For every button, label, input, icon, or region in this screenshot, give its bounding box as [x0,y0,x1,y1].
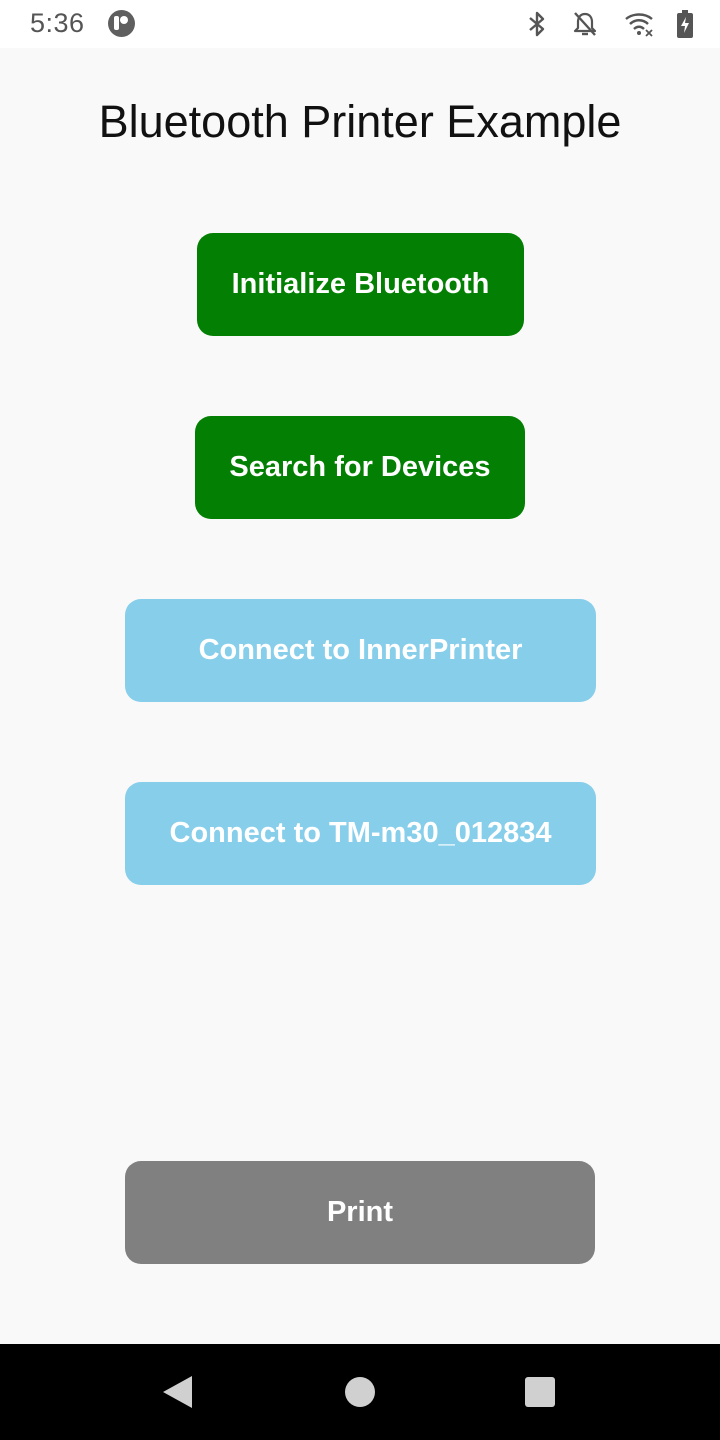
connect-innerprinter-button[interactable]: Connect to InnerPrinter [125,599,596,702]
status-bar: 5:36 [0,0,720,48]
back-icon[interactable] [163,1376,192,1408]
battery-charging-icon [677,10,693,38]
status-time: 5:36 [30,8,85,38]
connect-tm-m30-button[interactable]: Connect to TM-m30_012834 [125,782,596,885]
recents-icon[interactable] [525,1377,555,1407]
initialize-bluetooth-button[interactable]: Initialize Bluetooth [197,233,524,336]
bluetooth-icon [529,11,545,37]
wifi-icon [625,13,653,37]
print-button[interactable]: Print [125,1161,595,1264]
navigation-bar [0,1344,720,1440]
search-devices-button[interactable]: Search for Devices [195,416,525,519]
page-title: Bluetooth Printer Example [98,96,622,147]
home-icon[interactable] [345,1377,375,1407]
notifications-off-icon [573,12,597,36]
app-badge-icon [108,10,135,37]
